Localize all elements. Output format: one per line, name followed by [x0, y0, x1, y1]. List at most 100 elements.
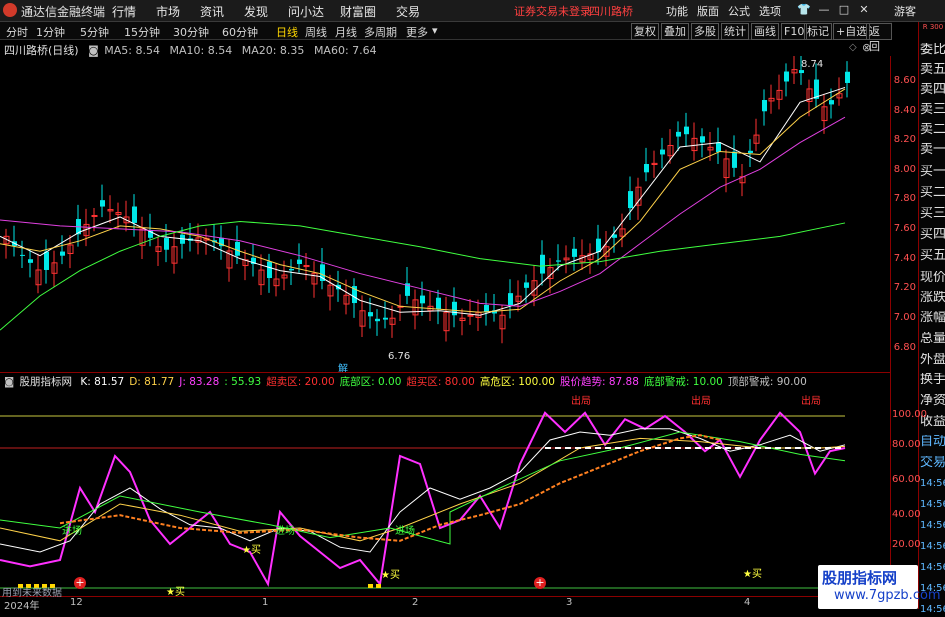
sidebar-item[interactable]: 14:56 — [920, 519, 945, 533]
candle-body-down — [716, 142, 721, 153]
login-notice[interactable]: 证券交易未登录 — [514, 3, 591, 19]
plus-icon-1[interactable]: + — [74, 577, 86, 589]
buy-label-4: 买 — [751, 569, 762, 580]
sidebar-item[interactable]: 换手 — [920, 373, 945, 387]
candle-body-down — [524, 282, 529, 288]
exit-label-1: 出局 — [571, 396, 591, 407]
price-axis-label: 8.20 — [893, 134, 916, 145]
menu-discover[interactable]: 发现 — [244, 3, 268, 20]
minimize-icon[interactable]: — — [815, 1, 833, 19]
candle-body-down — [20, 254, 25, 256]
sidebar-item[interactable]: 卖四 — [920, 83, 945, 97]
tool-multi-stock[interactable]: 多股 — [691, 23, 719, 40]
candle-body-down — [297, 259, 302, 265]
app-name: 通达信金融终端 — [21, 5, 106, 19]
tab-daily[interactable]: 日线 — [276, 24, 298, 40]
tab-5min[interactable]: 5分钟 — [80, 24, 109, 40]
menu-news[interactable]: 资讯 — [200, 3, 224, 20]
candle-body-down — [420, 295, 425, 304]
close-icon[interactable]: ✕ — [855, 1, 873, 19]
tool-mark[interactable]: 标记 — [804, 23, 832, 40]
tab-30min[interactable]: 30分钟 — [173, 24, 209, 40]
tab-1min[interactable]: 1分钟 — [36, 24, 65, 40]
sidebar-item[interactable]: 买二 — [920, 186, 945, 200]
tab-multi-period[interactable]: 多周期 — [364, 24, 397, 40]
candle-body-down — [28, 259, 33, 263]
menu-formula[interactable]: 公式 — [728, 3, 750, 19]
tab-15min[interactable]: 15分钟 — [124, 24, 160, 40]
chevron-down-icon[interactable]: ▾ — [432, 24, 438, 37]
price-axis-label: 8.40 — [893, 105, 916, 116]
price-axis-label: 6.80 — [893, 342, 916, 353]
maximize-icon[interactable]: □ — [835, 1, 853, 19]
sidebar-item[interactable]: 14:56 — [920, 540, 945, 554]
entry-label-1: 进场 — [62, 526, 82, 537]
sidebar-item[interactable]: 卖一 — [920, 143, 945, 157]
candle-body-down — [644, 164, 649, 173]
sidebar-item[interactable]: 14:56 — [920, 603, 945, 617]
menu-options[interactable]: 选项 — [759, 3, 781, 19]
menu-layout[interactable]: 版面 — [697, 3, 719, 19]
tool-overlay[interactable]: 叠加 — [661, 23, 689, 40]
sidebar-item[interactable]: 总量 — [920, 332, 945, 346]
settings-diamond-icon[interactable]: ◇ — [849, 42, 857, 53]
tab-60min[interactable]: 60分钟 — [222, 24, 258, 40]
tool-draw-line[interactable]: 画线 — [751, 23, 779, 40]
sidebar-item[interactable]: 14:56 — [920, 561, 945, 575]
menu-function[interactable]: 功能 — [666, 3, 688, 19]
skin-icon[interactable]: 👕 — [795, 1, 813, 19]
tab-timeshare[interactable]: 分时 — [6, 24, 28, 40]
buy-star-2: ★买 — [381, 570, 400, 581]
tool-restore-rights[interactable]: 复权 — [631, 23, 659, 40]
period-toolbar: 分时 1分钟 5分钟 15分钟 30分钟 60分钟 日线 周线 月线 多周期 更… — [0, 22, 892, 53]
candlestick-chart[interactable] — [0, 56, 890, 371]
sidebar-item[interactable]: 委比 — [920, 43, 945, 57]
sidebar-item[interactable]: 外盘 — [920, 353, 945, 367]
candle-body-down — [540, 254, 545, 274]
menu-market[interactable]: 市场 — [156, 3, 180, 20]
sidebar-item[interactable]: 买五 — [920, 249, 945, 263]
tab-more[interactable]: 更多 — [406, 24, 428, 40]
plus-icon-2[interactable]: + — [534, 577, 546, 589]
watermark-url: www.7gpzb.com — [834, 588, 941, 603]
menu-trade[interactable]: 交易 — [396, 3, 420, 20]
menu-wealth[interactable]: 财富圈 — [340, 3, 376, 20]
tool-statistics[interactable]: 统计 — [721, 23, 749, 40]
tab-monthly[interactable]: 月线 — [335, 24, 357, 40]
price-axis-label: 8.60 — [893, 75, 916, 86]
menu-ask[interactable]: 问小达 — [288, 3, 324, 20]
candle-body-up — [91, 214, 98, 217]
user-label[interactable]: 游客 — [894, 3, 916, 19]
time-label-year: 2024年 — [4, 601, 40, 612]
tool-add-watchlist[interactable]: +自选 — [833, 23, 871, 40]
close-pane-icon[interactable]: ⊗ — [862, 41, 871, 54]
menu-quotes[interactable]: 行情 — [112, 3, 136, 20]
candle-body-down — [556, 260, 561, 262]
sidebar-item[interactable]: 交易 — [920, 456, 945, 470]
sidebar-item[interactable]: 买一 — [920, 165, 945, 179]
sidebar-item[interactable]: 卖二 — [920, 123, 945, 137]
sidebar-item[interactable]: 14:56 — [920, 498, 945, 512]
sidebar-item[interactable]: 14:56 — [920, 477, 945, 491]
sidebar-item[interactable]: 自动 — [920, 435, 945, 449]
tool-back[interactable]: 返回 — [866, 23, 892, 53]
sidebar-item[interactable]: 卖五 — [920, 63, 945, 77]
candle-body-down — [267, 261, 272, 279]
sidebar-item[interactable]: 卖三 — [920, 103, 945, 117]
indicator-chart[interactable] — [0, 388, 890, 593]
bottom-dot — [376, 584, 381, 588]
price-axis-label: 7.60 — [893, 223, 916, 234]
sidebar-item[interactable]: 涨幅 — [920, 311, 945, 325]
tab-weekly[interactable]: 周线 — [305, 24, 327, 40]
sidebar-item[interactable]: 涨跌 — [920, 291, 945, 305]
watermark-title: 股朋指标网 — [822, 569, 898, 587]
app-logo-icon — [3, 3, 17, 17]
sidebar-item[interactable]: 买四 — [920, 228, 945, 242]
sidebar-item[interactable]: 现价 — [920, 271, 945, 285]
sidebar-item[interactable]: 净资 — [920, 394, 945, 408]
candle-body-down — [762, 100, 767, 112]
sidebar-item[interactable]: 买三 — [920, 207, 945, 221]
quote-sidebar: R 300 委比 卖五 卖四 卖三 卖二 卖一 买一 买二 买三 买四 买五 现价 涨跌 涨幅 总量 外盘 换手… — [918, 22, 945, 615]
ind-toggle-icon[interactable]: ◙ — [4, 376, 14, 388]
indicator-axis-label: 60.00 — [892, 474, 921, 485]
